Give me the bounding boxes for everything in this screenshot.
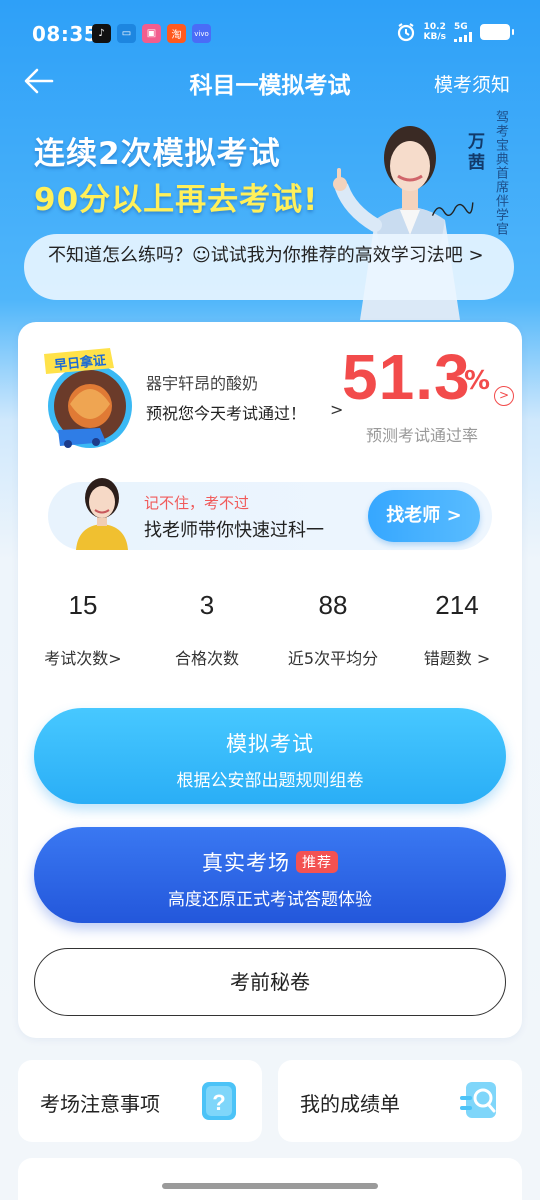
signal-group: 5G: [454, 21, 472, 42]
teacher-banner[interactable]: 记不住，考不过 找老师带你快速过科一 找老师 >: [48, 478, 492, 550]
vivo-icon: vivo: [192, 24, 211, 43]
find-teacher-button[interactable]: 找老师 >: [368, 490, 480, 542]
question-icon: ?: [202, 1082, 236, 1120]
mock-exam-button[interactable]: 模拟考试 根据公安部出题规则组卷: [34, 708, 506, 804]
back-button[interactable]: [22, 64, 62, 100]
network-type: 5G: [454, 21, 468, 32]
user-wish[interactable]: 预祝您今天考试通过！: [146, 400, 306, 424]
notification-icons: ♪ ▭ ▣ 淘 vivo: [92, 24, 211, 43]
score-report-label: 我的成绩单: [300, 1092, 400, 1116]
banner-subheadline: 90分以上再去考试!: [34, 182, 319, 218]
stat-value: 3: [199, 590, 215, 620]
more-section-card: [18, 1158, 522, 1200]
teacher-desc: 找老师带你快速过科一: [144, 520, 324, 541]
stat-wrong-count[interactable]: 214 错题数 >: [394, 590, 520, 669]
taobao-icon: 淘: [167, 24, 186, 43]
alarm-icon: [397, 23, 414, 42]
banner-headline: 连续2次模拟考试: [34, 136, 281, 172]
exam-notes-label: 考场注意事项: [40, 1092, 160, 1116]
real-exam-button[interactable]: 真实考场 推荐 高度还原正式考试答题体验: [34, 827, 506, 923]
stat-label: 近5次平均分: [287, 649, 379, 668]
coach-title: 驾考宝典首席伴学官: [493, 110, 508, 236]
secret-paper-button[interactable]: 考前秘卷: [34, 948, 506, 1016]
coach-name: 万茜: [464, 132, 484, 174]
stat-exam-count[interactable]: 15 考试次数>: [20, 590, 146, 669]
user-avatar-badge[interactable]: 早日拿证: [40, 344, 150, 454]
stat-average-score: 88 近5次平均分: [270, 590, 396, 669]
stat-value: 88: [318, 590, 348, 620]
mock-exam-subtitle: 根据公安部出题规则组卷: [176, 771, 364, 791]
stat-label: 合格次数: [174, 649, 239, 668]
bilibili-icon: ▣: [142, 24, 161, 43]
real-exam-title-row: 真实考场 推荐: [34, 847, 506, 877]
exam-card: 早日拿证 器宇轩昂的酸奶 预祝您今天考试通过！ > 51.3 % > 预测考试通…: [18, 322, 522, 1038]
mock-exam-title: 模拟考试: [226, 732, 314, 756]
stat-value: 214: [435, 590, 479, 620]
stat-label: 错题数 >: [423, 649, 491, 668]
status-right: 10.2 KB/s 5G: [396, 21, 514, 42]
recommend-tag: 推荐: [296, 851, 338, 873]
signal-icon: [454, 31, 472, 42]
back-arrow-icon: [24, 68, 54, 94]
battery-icon: [480, 24, 514, 40]
app-blue-icon: ▭: [117, 24, 136, 43]
real-exam-subtitle: 高度还原正式考试答题体验: [168, 890, 372, 910]
status-time: 08:35: [32, 22, 99, 46]
stat-label: 考试次数>: [44, 649, 122, 668]
exam-notes-card[interactable]: 考场注意事项 ?: [18, 1060, 262, 1142]
pass-rate-detail-icon[interactable]: >: [494, 386, 514, 406]
net-speed: 10.2 KB/s: [423, 22, 446, 42]
teacher-tip: 记不住，考不过: [144, 494, 250, 512]
study-tip-bubble[interactable]: 不知道怎么练吗？☺试试我为你推荐的高效学习法吧 >: [24, 234, 514, 300]
teacher-avatar: [76, 478, 128, 550]
home-indicator[interactable]: [162, 1183, 378, 1189]
report-search-icon: [460, 1082, 496, 1118]
pass-rate-label: 预测考试通过率: [366, 426, 479, 445]
stat-pass-count: 3 合格次数: [144, 590, 270, 669]
username: 器宇轩昂的酸奶: [146, 374, 259, 393]
exam-notice-link[interactable]: 模考须知: [434, 70, 510, 97]
real-exam-title: 真实考场: [202, 851, 290, 875]
status-bar: 08:35 ♪ ▭ ▣ 淘 vivo 10.2 KB/s 5G: [0, 0, 540, 64]
stat-value: 15: [68, 590, 98, 620]
svg-text:?: ?: [212, 1090, 225, 1115]
pass-rate-value: 51.3: [342, 341, 471, 413]
score-report-card[interactable]: 我的成绩单: [278, 1060, 522, 1142]
pass-rate-unit: %: [464, 366, 491, 396]
tiktok-icon: ♪: [92, 24, 111, 43]
